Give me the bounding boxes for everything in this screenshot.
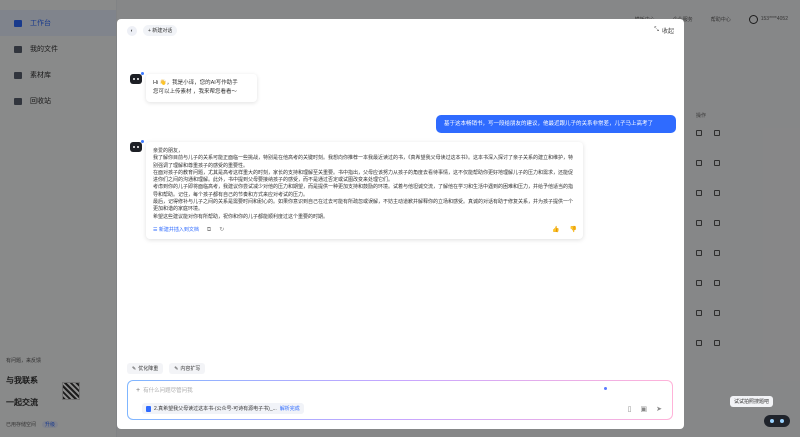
greeting-line-1: Hi 👋，我是小译，您的AI写作助手 [153,80,238,86]
thumbs-up-icon[interactable]: 👍 [552,227,559,234]
chip-label: 优化降重 [138,366,159,372]
greeting-message: Hi 👋，我是小译，您的AI写作助手 您可以上传素材 ，我来帮您看看～ [146,74,257,102]
answer-actions: ☰ 新建并插入到文档 ⧉ ↻ 👍 👎 [153,227,577,234]
composer-tools: ▯ ▣ ➤ [628,405,662,413]
answer-paragraph: 在面对孩子的教育问题，尤其是高考这样重大的时刻，家长的支持和理解至关重要。书中指… [153,169,574,184]
send-icon[interactable]: ➤ [656,405,662,413]
collapse-arrows-icon: ⤡ [654,27,659,33]
attached-file-name: 2.真希望我父母读过这本书-(公众号-可诗有源电子书)_... [154,406,277,412]
chat-messages: Hi 👋，我是小译，您的AI写作助手 您可以上传素材 ，我来帮您看看～ 基于这本… [117,42,684,372]
attached-file[interactable]: 2.真希望我父母读过这本书-(公众号-可诗有源电子书)_... 解析完成 [142,403,304,414]
message-composer: + 有什么问题尽管问我 2.真希望我父母读过这本书-(公众号-可诗有源电子书)_… [127,380,673,420]
new-chat-button[interactable]: + 新建对话 [143,25,178,36]
chip-label: 内容扩写 [180,366,201,372]
regenerate-icon[interactable]: ↻ [219,227,224,234]
magic-wand-icon: ✎ [174,365,179,372]
answer-paragraph: 我了解你目前与儿子的关系可能正面临一些挑战，特别是在他高考的关键时刻。我想向你推… [153,155,574,169]
ai-assistant-modal: ◐ + 新建对话 ⤡ 收起 Hi 👋，我是小译，您的AI写作助手 您可以上传素材… [117,19,684,429]
assistant-logo-icon: ◐ [127,25,137,36]
attached-file-status: 解析完成 [279,406,300,412]
modal-header: ◐ + 新建对话 ⤡ 收起 [117,19,684,42]
message-input-placeholder: 有什么问题尽管问我 [143,388,193,394]
message-input[interactable]: + 有什么问题尽管问我 [136,386,576,395]
answer-paragraph: 最后，记得修补与儿子之间的关系是需要时间和耐心的。如果你意识到自己在过去可能有所… [153,199,574,213]
chip-expand[interactable]: ✎ 内容扩写 [169,363,206,374]
user-message: 基于这本畅销书，写一段给朋友的建议，他最近跟儿子的关系非常差，儿子马上高考了 [436,115,676,133]
add-icon[interactable]: + [136,387,140,394]
answer-paragraph: 希望这些建议能对你有所帮助，祝你和你的儿子都能顺利度过这个重要的时期。 [153,213,329,220]
bot-avatar-icon [130,72,144,84]
sparkle-icon [604,387,607,390]
quick-actions: ✎ 优化降重 ✎ 内容扩写 [127,363,206,374]
insert-label: 新建并插入到文档 [158,226,199,233]
image-icon[interactable]: ▣ [641,405,648,413]
insert-to-doc-button[interactable]: ☰ 新建并插入到文档 [153,227,199,234]
document-icon [146,405,151,412]
photo-search-button[interactable]: 试试拍照搜题吧 [730,396,774,407]
answer-paragraph: 考虑到你的儿子即将面临高考，我建议你尝试减少对他的压力和期望，而是提供一种更加支… [153,184,574,198]
eye-icon [780,419,784,423]
collapse-label: 收起 [661,29,674,35]
thumbs-down-icon[interactable]: 👎 [570,227,577,234]
copy-icon[interactable]: ⧉ [207,227,211,234]
bot-avatar-icon [130,140,144,152]
eye-icon [770,419,774,423]
upload-file-icon[interactable]: ▯ [628,405,632,413]
assistant-answer: 亲爱的朋友， 我了解你目前与儿子的关系可能正面临一些挑战，特别是在他高考的关键时… [146,142,583,240]
greeting-line-2: 您可以上传素材 ，我来帮您看看～ [153,89,238,95]
collapse-button[interactable]: ⤡ 收起 [654,26,674,35]
magic-wand-icon: ✎ [132,365,137,372]
chip-optimize[interactable]: ✎ 优化降重 [127,363,164,374]
assistant-toggle[interactable] [764,415,790,427]
